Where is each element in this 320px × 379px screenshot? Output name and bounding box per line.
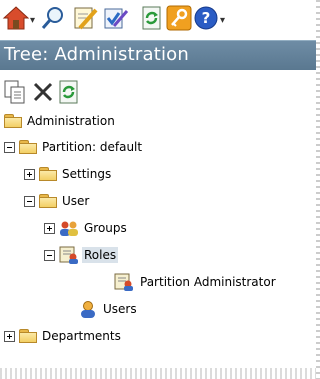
edit-document-button[interactable] (72, 3, 100, 33)
panel-title: Tree: Administration (0, 40, 316, 70)
groups-icon (60, 221, 78, 236)
key-icon (166, 5, 192, 31)
edit-checked-button[interactable] (102, 3, 130, 33)
copy-button[interactable] (2, 78, 28, 106)
svg-text:?: ? (202, 9, 211, 27)
expand-toggle[interactable] (44, 222, 55, 234)
tree-item-label: User (62, 194, 90, 208)
tree-actions-toolbar (0, 78, 316, 108)
top-toolbar: ▾ ? ▾ (0, 0, 320, 40)
role-icon (59, 246, 78, 264)
tree-view: Administration Partition: default Settin… (0, 108, 316, 370)
key-button[interactable] (166, 3, 192, 33)
folder-icon (4, 114, 22, 128)
collapse-toggle[interactable] (4, 141, 15, 153)
tree-item-label: Roles (82, 247, 119, 263)
tree-item-label: Settings (62, 167, 112, 181)
tree-item-partition-administrator[interactable]: Partition Administrator (114, 271, 276, 293)
folder-icon (39, 167, 57, 181)
tree-item-administration[interactable]: Administration (4, 110, 115, 132)
refresh-icon (59, 80, 78, 104)
refresh-tree-button[interactable] (56, 78, 82, 106)
expand-toggle[interactable] (24, 168, 35, 180)
tree-item-label: Partition Administrator (140, 275, 276, 289)
tree-item-label: Administration (27, 114, 115, 128)
folder-icon (39, 194, 57, 208)
tree-item-label: Users (103, 302, 137, 316)
help-button[interactable]: ? (194, 3, 220, 33)
tree-item-partition[interactable]: Partition: default (4, 136, 142, 158)
expand-toggle[interactable] (4, 330, 15, 342)
torn-edge-right (316, 0, 320, 379)
edit-checked-icon (104, 8, 129, 29)
refresh-icon (142, 6, 161, 30)
torn-edge-bottom (0, 368, 316, 379)
edit-document-icon (74, 7, 98, 30)
search-icon (41, 7, 63, 29)
copy-icon (4, 80, 25, 104)
help-icon: ? (194, 6, 218, 30)
tree-item-settings[interactable]: Settings (24, 163, 111, 185)
tree-item-roles[interactable]: Roles (44, 244, 119, 266)
search-button[interactable] (40, 3, 66, 33)
folder-icon (19, 140, 37, 154)
folder-icon (19, 329, 37, 343)
tree-item-departments[interactable]: Departments (4, 325, 121, 347)
tree-item-label: Partition: default (42, 140, 143, 154)
tree-item-users[interactable]: Users (78, 298, 137, 320)
delete-button[interactable] (30, 78, 56, 106)
role-icon (114, 273, 133, 291)
home-icon (2, 6, 30, 30)
refresh-button[interactable] (140, 3, 164, 33)
delete-icon (33, 82, 53, 102)
tree-item-groups[interactable]: Groups (44, 217, 127, 239)
tree-item-label: Groups (84, 221, 127, 235)
user-icon (81, 301, 95, 318)
tree-item-user[interactable]: User (24, 190, 89, 212)
collapse-toggle[interactable] (24, 195, 35, 207)
tree-item-label: Departments (42, 329, 121, 343)
home-button[interactable] (2, 3, 30, 33)
collapse-toggle[interactable] (44, 249, 55, 261)
help-dropdown-icon[interactable]: ▾ (220, 15, 225, 26)
home-dropdown-icon[interactable]: ▾ (30, 15, 35, 26)
